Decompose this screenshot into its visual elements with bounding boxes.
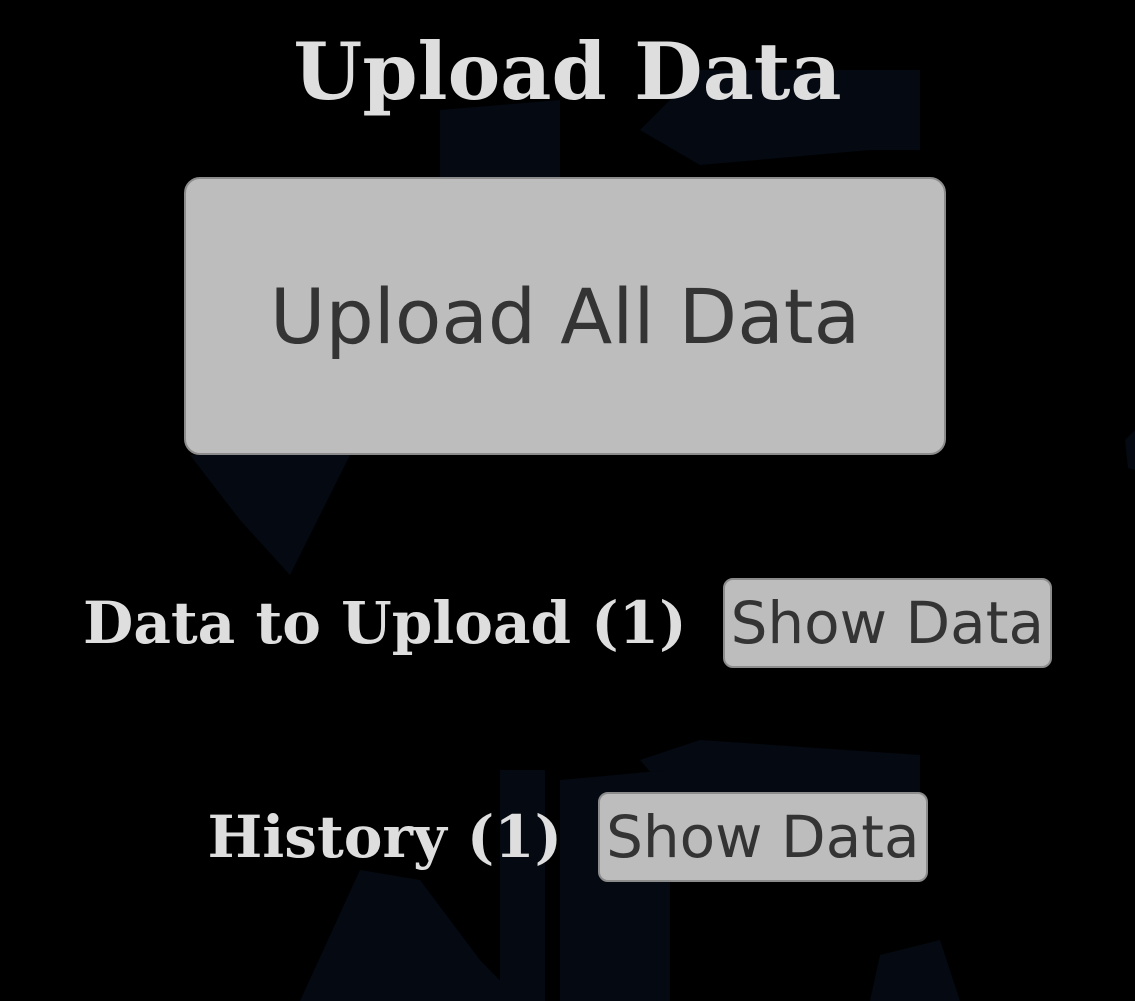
history-label: History (1): [207, 803, 563, 871]
show-data-to-upload-button[interactable]: Show Data: [722, 578, 1052, 668]
data-to-upload-row: Data to Upload (1) Show Data: [0, 578, 1135, 668]
data-to-upload-label: Data to Upload (1): [83, 589, 687, 657]
page-title: Upload Data: [293, 25, 842, 118]
upload-all-data-button[interactable]: Upload All Data: [184, 177, 946, 455]
upload-data-screen: Upload Data Upload All Data Data to Uplo…: [0, 0, 1135, 1001]
history-row: History (1) Show Data: [0, 792, 1135, 882]
show-history-button[interactable]: Show Data: [598, 792, 928, 882]
